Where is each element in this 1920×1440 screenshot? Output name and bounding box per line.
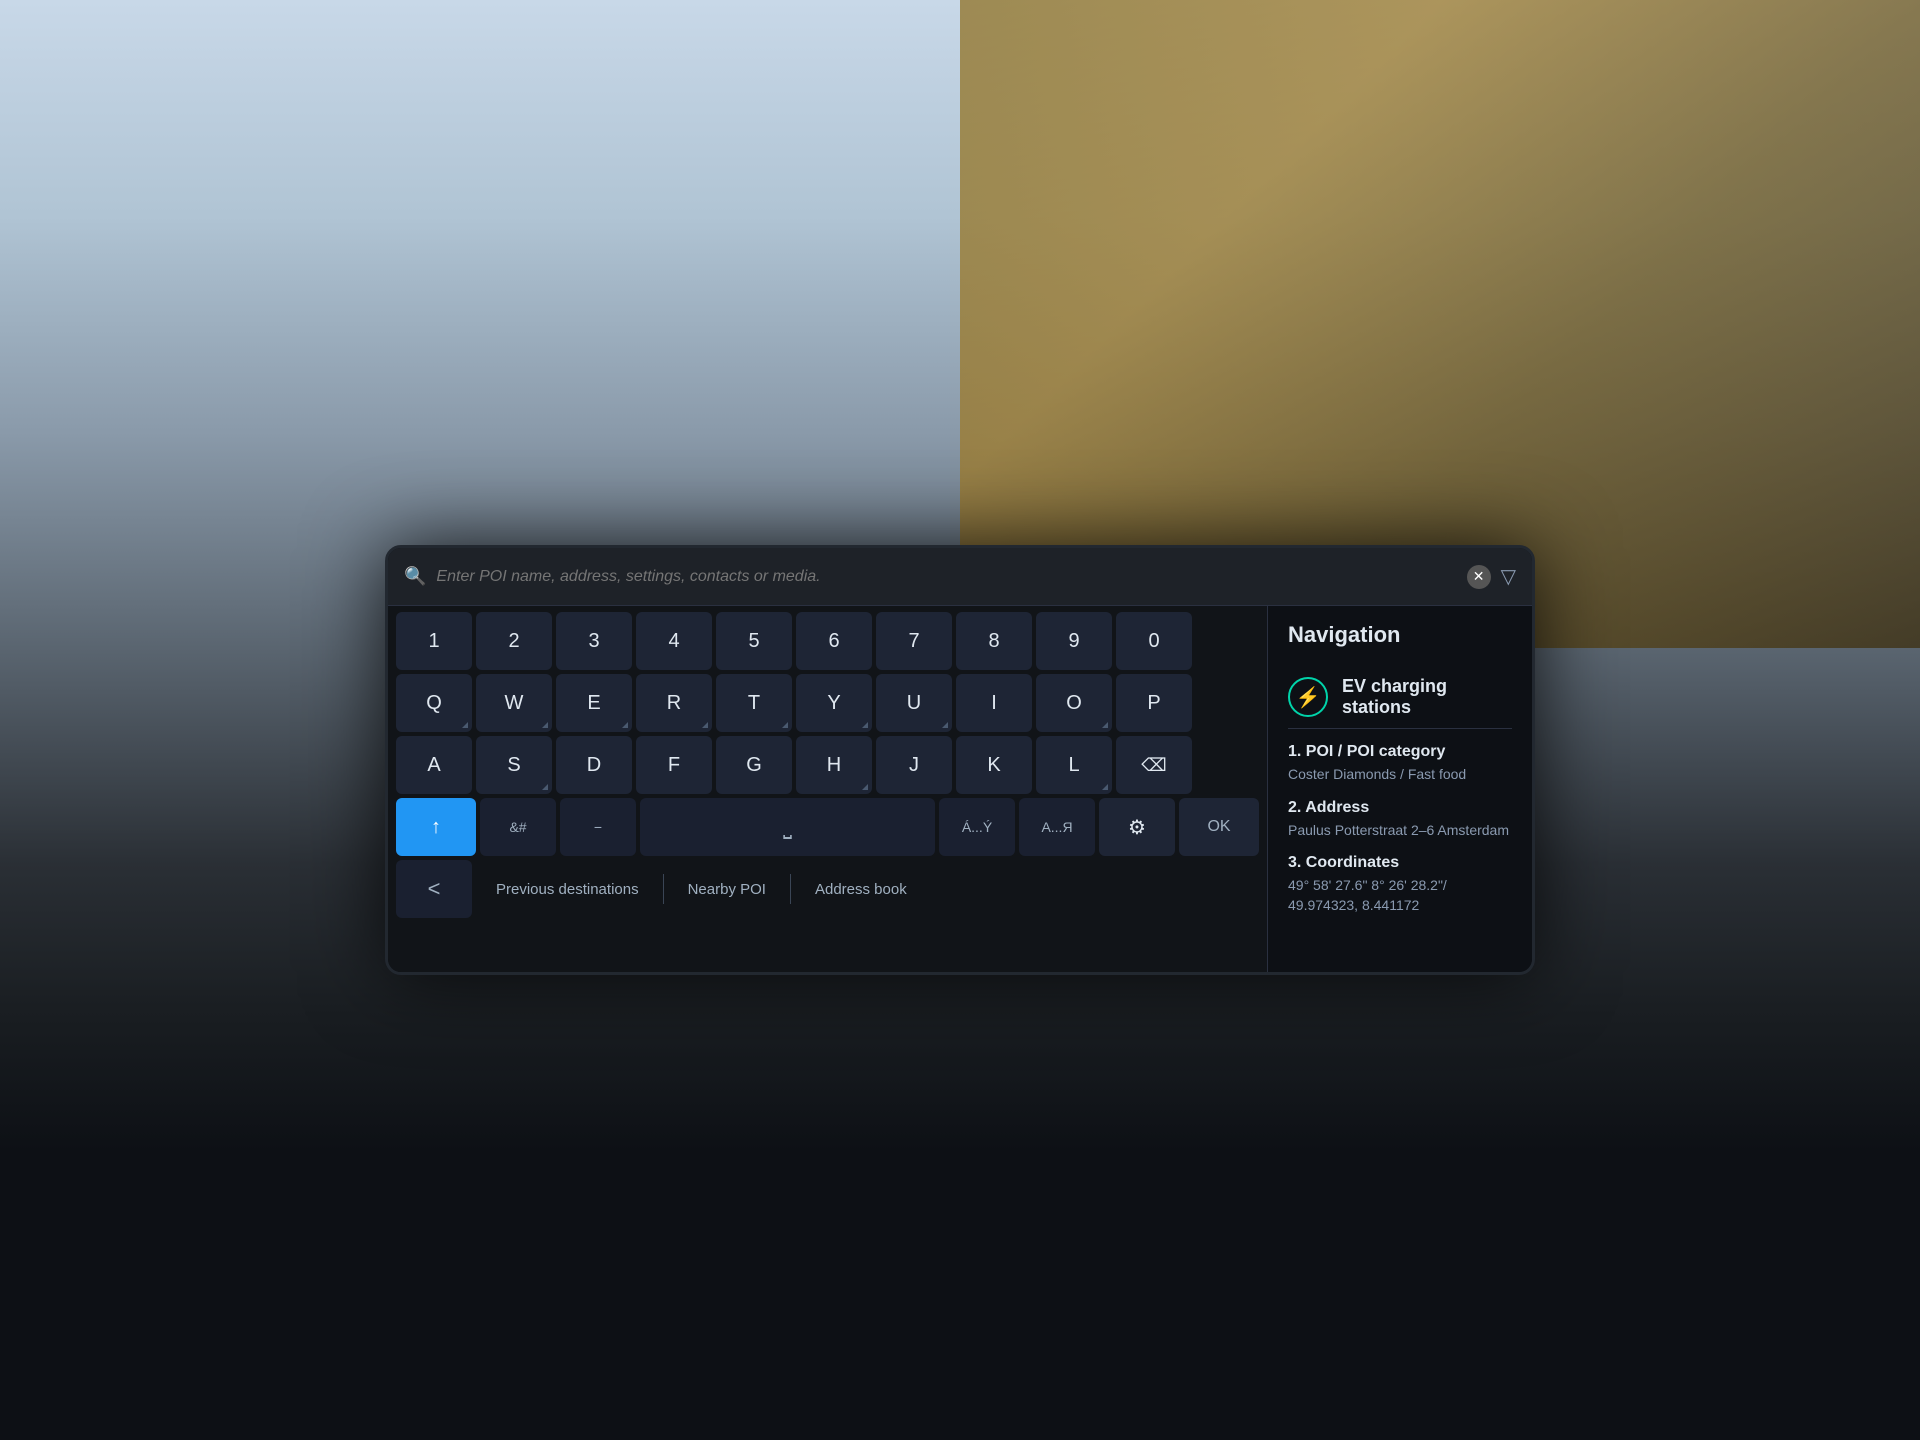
address-value: Paulus Potterstraat 2–6 Amsterdam xyxy=(1288,821,1512,841)
key-g[interactable]: G xyxy=(716,736,792,794)
bottom-nav-row: < Previous destinations Nearby POI Addre… xyxy=(396,860,1259,918)
address-section-title: 2. Address xyxy=(1288,799,1512,817)
ev-charging-icon: ⚡ xyxy=(1288,677,1328,717)
key-d[interactable]: D xyxy=(556,736,632,794)
key-i[interactable]: I xyxy=(956,674,1032,732)
key-y[interactable]: Y xyxy=(796,674,872,732)
address-section: 2. Address Paulus Potterstraat 2–6 Amste… xyxy=(1288,799,1512,841)
poi-title: POI / POI category xyxy=(1306,743,1446,760)
backspace-button[interactable]: ⌫ xyxy=(1116,736,1192,794)
qwerty-row: Q W E R T Y U I O P xyxy=(396,674,1259,732)
key-o[interactable]: O xyxy=(1036,674,1112,732)
key-6[interactable]: 6 xyxy=(796,612,872,670)
poi-number: 1. xyxy=(1288,743,1301,760)
key-4[interactable]: 4 xyxy=(636,612,712,670)
key-r[interactable]: R xyxy=(636,674,712,732)
key-t[interactable]: T xyxy=(716,674,792,732)
zxcv-row: ↑ &# − ⎵ Á...Ý А...Я ⚙ OK xyxy=(396,798,1259,856)
key-s[interactable]: S xyxy=(476,736,552,794)
key-3[interactable]: 3 xyxy=(556,612,632,670)
key-accents-latin[interactable]: Á...Ý xyxy=(939,798,1015,856)
key-f[interactable]: F xyxy=(636,736,712,794)
key-8[interactable]: 8 xyxy=(956,612,1032,670)
ev-stations-item[interactable]: ⚡ EV charging stations xyxy=(1288,666,1512,729)
coordinates-title: Coordinates xyxy=(1306,854,1399,871)
search-icon: 🔍 xyxy=(404,566,426,587)
filter-button[interactable]: ▽ xyxy=(1501,564,1516,589)
key-p[interactable]: P xyxy=(1116,674,1192,732)
prev-destinations-link[interactable]: Previous destinations xyxy=(476,881,659,898)
key-a[interactable]: A xyxy=(396,736,472,794)
key-ampersand[interactable]: &# xyxy=(480,798,556,856)
address-book-link[interactable]: Address book xyxy=(795,881,927,898)
shift-button[interactable]: ↑ xyxy=(396,798,476,856)
coordinates-section-title: 3. Coordinates xyxy=(1288,854,1512,872)
keyboard-panel: 1 2 3 4 5 6 7 8 9 0 Q W E R T Y U I xyxy=(388,606,1268,972)
back-button[interactable]: < xyxy=(396,860,472,918)
key-0[interactable]: 0 xyxy=(1116,612,1192,670)
key-2[interactable]: 2 xyxy=(476,612,552,670)
coordinates-value: 49° 58' 27.6" 8° 26' 28.2"/ 49.974323, 8… xyxy=(1288,876,1512,915)
ev-stations-label: EV charging stations xyxy=(1342,676,1512,718)
nearby-poi-link[interactable]: Nearby POI xyxy=(668,881,786,898)
key-j[interactable]: J xyxy=(876,736,952,794)
settings-key[interactable]: ⚙ xyxy=(1099,798,1175,856)
space-bar[interactable]: ⎵ xyxy=(640,798,935,856)
coordinates-section: 3. Coordinates 49° 58' 27.6" 8° 26' 28.2… xyxy=(1288,854,1512,915)
key-dash[interactable]: − xyxy=(560,798,636,856)
key-5[interactable]: 5 xyxy=(716,612,792,670)
key-9[interactable]: 9 xyxy=(1036,612,1112,670)
key-q[interactable]: Q xyxy=(396,674,472,732)
main-content: 1 2 3 4 5 6 7 8 9 0 Q W E R T Y U I xyxy=(388,606,1532,972)
navigation-panel: Navigation ⚡ EV charging stations 1. POI… xyxy=(1268,606,1532,972)
key-e[interactable]: E xyxy=(556,674,632,732)
divider2 xyxy=(790,874,791,904)
number-row: 1 2 3 4 5 6 7 8 9 0 xyxy=(396,612,1259,670)
poi-section: 1. POI / POI category Coster Diamonds / … xyxy=(1288,743,1512,785)
key-h[interactable]: H xyxy=(796,736,872,794)
key-1[interactable]: 1 xyxy=(396,612,472,670)
asdf-row: A S D F G H J K L ⌫ xyxy=(396,736,1259,794)
key-k[interactable]: K xyxy=(956,736,1032,794)
clear-button[interactable]: ✕ xyxy=(1467,565,1491,589)
poi-section-title: 1. POI / POI category xyxy=(1288,743,1512,761)
car-screen: 🔍 ✕ ▽ 1 2 3 4 5 6 7 8 9 0 Q W xyxy=(385,545,1535,975)
address-title: Address xyxy=(1305,799,1369,816)
key-u[interactable]: U xyxy=(876,674,952,732)
navigation-title: Navigation xyxy=(1288,622,1512,648)
search-bar: 🔍 ✕ ▽ xyxy=(388,548,1532,606)
coordinates-number: 3. xyxy=(1288,854,1301,871)
ok-button[interactable]: OK xyxy=(1179,798,1259,856)
divider1 xyxy=(663,874,664,904)
key-accents-cyrillic[interactable]: А...Я xyxy=(1019,798,1095,856)
key-7[interactable]: 7 xyxy=(876,612,952,670)
address-number: 2. xyxy=(1288,799,1301,816)
poi-value: Coster Diamonds / Fast food xyxy=(1288,765,1512,785)
search-input[interactable] xyxy=(436,568,1456,586)
key-l[interactable]: L xyxy=(1036,736,1112,794)
key-w[interactable]: W xyxy=(476,674,552,732)
